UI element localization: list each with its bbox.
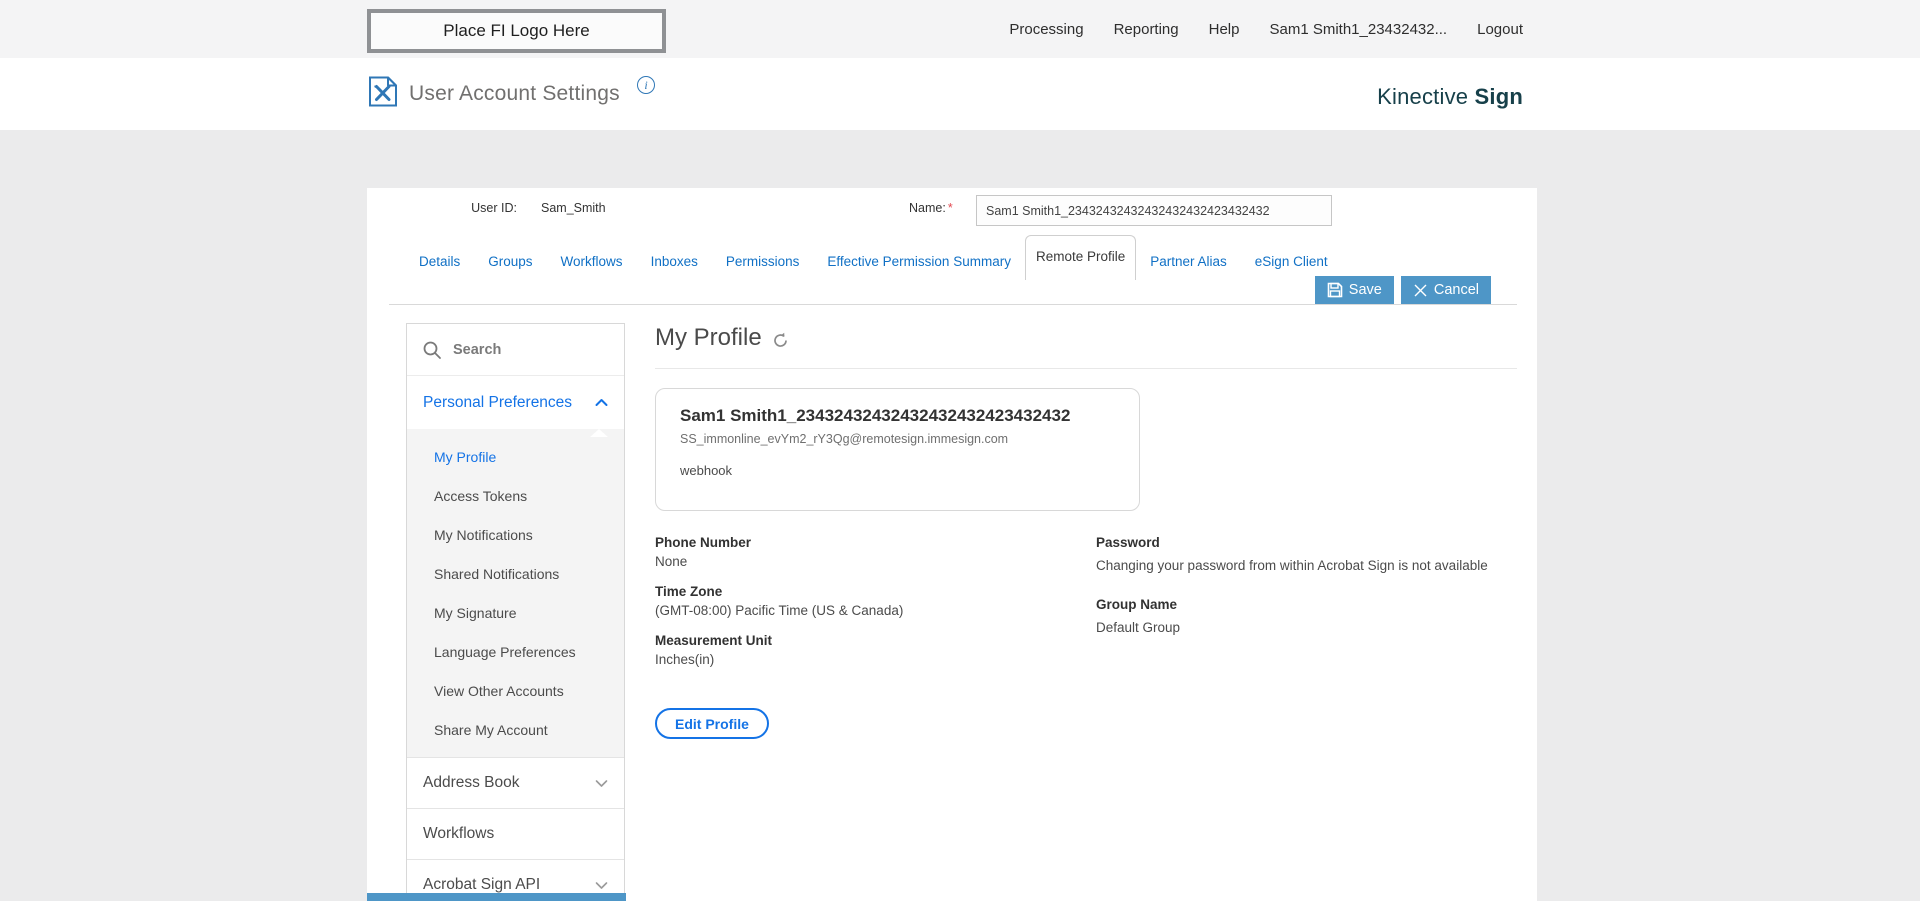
field-group-name: Group Name Default Group (1096, 597, 1516, 635)
page-title: User Account Settings (409, 82, 620, 105)
save-button[interactable]: Save (1314, 276, 1394, 304)
group-name-label: Group Name (1096, 597, 1178, 612)
acrobat-sign-api-label: Acrobat Sign API (423, 876, 541, 893)
chevron-up-icon (595, 398, 608, 407)
name-label: Name: * (909, 201, 953, 215)
top-navigation: Processing Reporting Help Sam1 Smith1_23… (1009, 0, 1523, 58)
tab-bar: Details Groups Workflows Inboxes Permiss… (405, 235, 1342, 280)
cancel-button[interactable]: Cancel (1400, 276, 1491, 304)
tab-partner-alias[interactable]: Partner Alias (1136, 243, 1241, 280)
sidebar-section-workflows[interactable]: Workflows (407, 808, 624, 859)
chevron-down-icon (595, 881, 608, 890)
tab-details[interactable]: Details (405, 243, 474, 280)
personal-preferences-submenu: My Profile Access Tokens My Notification… (407, 429, 624, 757)
sidebar-item-my-signature[interactable]: My Signature (407, 594, 624, 633)
tab-inboxes[interactable]: Inboxes (637, 243, 712, 280)
time-zone-label: Time Zone (655, 584, 723, 599)
refresh-icon[interactable] (772, 332, 789, 349)
settings-sidebar: Personal Preferences My Profile Access T… (406, 323, 625, 901)
field-time-zone: Time Zone (GMT-08:00) Pacific Time (US &… (655, 584, 1055, 618)
tab-effective-permission-summary[interactable]: Effective Permission Summary (813, 243, 1025, 280)
search-input[interactable] (453, 341, 624, 358)
sidebar-section-address-book[interactable]: Address Book (407, 757, 624, 808)
nav-current-user[interactable]: Sam1 Smith1_23432432... (1269, 21, 1447, 38)
tab-permissions[interactable]: Permissions (712, 243, 814, 280)
measurement-unit-value: Inches(in) (655, 652, 715, 667)
user-id-label: User ID: (471, 201, 517, 215)
divider-under-heading (655, 368, 1517, 369)
save-button-label: Save (1348, 282, 1382, 298)
sidebar-item-share-my-account[interactable]: Share My Account (407, 711, 624, 750)
personal-preferences-label: Personal Preferences (423, 393, 573, 411)
submenu-notch (590, 429, 608, 437)
divider-under-actions (389, 304, 1517, 305)
sidebar-item-my-notifications[interactable]: My Notifications (407, 516, 624, 555)
profile-fields-right: Password Changing your password from wit… (1096, 535, 1516, 659)
profile-fields-left: Phone Number None Time Zone (GMT-08:00) … (655, 535, 1055, 682)
nav-reporting[interactable]: Reporting (1114, 21, 1179, 38)
workflows-label: Workflows (423, 825, 495, 842)
profile-tag-webhook: webhook (680, 463, 733, 478)
field-measurement-unit: Measurement Unit Inches(in) (655, 633, 1055, 667)
profile-summary-card: Sam1 Smith1_2343243243243243243242343243… (655, 388, 1140, 511)
password-label: Password (1096, 535, 1160, 550)
sidebar-item-language-preferences[interactable]: Language Preferences (407, 633, 624, 672)
sidebar-item-view-other-accounts[interactable]: View Other Accounts (407, 672, 624, 711)
my-profile-heading: My Profile (655, 324, 762, 351)
profile-display-name: Sam1 Smith1_2343243243243243243242343243… (680, 406, 1071, 425)
group-name-value: Default Group (1096, 620, 1181, 635)
main-panel: User ID: Sam_Smith Name:* Details Groups… (367, 188, 1537, 901)
phone-number-value: None (655, 554, 688, 569)
sidebar-search (407, 324, 624, 376)
cancel-button-label: Cancel (1433, 282, 1479, 298)
horizontal-scrollbar-thumb[interactable] (367, 893, 626, 901)
page-header: User Account Settings i Kinective Sign (0, 58, 1920, 130)
field-phone-number: Phone Number None (655, 535, 1055, 569)
save-icon (1327, 282, 1343, 298)
brand-product: Sign (1474, 84, 1523, 109)
info-icon[interactable]: i (637, 76, 655, 94)
name-label-text: Name: (909, 201, 946, 215)
tab-groups[interactable]: Groups (474, 243, 546, 280)
name-input[interactable] (976, 195, 1332, 226)
measurement-unit-label: Measurement Unit (655, 633, 773, 648)
sidebar-section-personal-preferences[interactable]: Personal Preferences (407, 376, 624, 429)
nav-logout[interactable]: Logout (1477, 21, 1523, 38)
search-icon (422, 340, 442, 360)
sidebar-item-access-tokens[interactable]: Access Tokens (407, 477, 624, 516)
content-heading: My Profile (655, 324, 789, 352)
profile-email: SS_immonline_evYm2_rY3Qg@remotesign.imme… (680, 432, 1009, 446)
cancel-x-icon (1413, 283, 1428, 298)
settings-document-icon (368, 76, 398, 107)
action-buttons: Save Cancel (1314, 276, 1491, 304)
fi-logo-placeholder: Place FI Logo Here (367, 9, 666, 53)
edit-profile-button[interactable]: Edit Profile (655, 708, 769, 739)
sidebar-item-shared-notifications[interactable]: Shared Notifications (407, 555, 624, 594)
chevron-down-icon (595, 779, 608, 788)
password-value: Changing your password from within Acrob… (1096, 558, 1488, 573)
tab-workflows[interactable]: Workflows (547, 243, 637, 280)
brand-logo: Kinective Sign (1377, 84, 1523, 110)
time-zone-value: (GMT-08:00) Pacific Time (US & Canada) (655, 603, 904, 618)
user-id-value: Sam_Smith (541, 201, 606, 215)
phone-number-label: Phone Number (655, 535, 752, 550)
tab-esign-client[interactable]: eSign Client (1241, 243, 1342, 280)
nav-processing[interactable]: Processing (1009, 21, 1083, 38)
tab-remote-profile[interactable]: Remote Profile (1024, 235, 1137, 280)
brand-name: Kinective (1377, 84, 1469, 109)
top-bar: Place FI Logo Here Processing Reporting … (0, 0, 1920, 58)
nav-help[interactable]: Help (1209, 21, 1240, 38)
field-password: Password Changing your password from wit… (1096, 535, 1516, 573)
required-marker: * (947, 201, 953, 215)
sidebar-item-my-profile[interactable]: My Profile (407, 438, 624, 477)
address-book-label: Address Book (423, 774, 520, 791)
